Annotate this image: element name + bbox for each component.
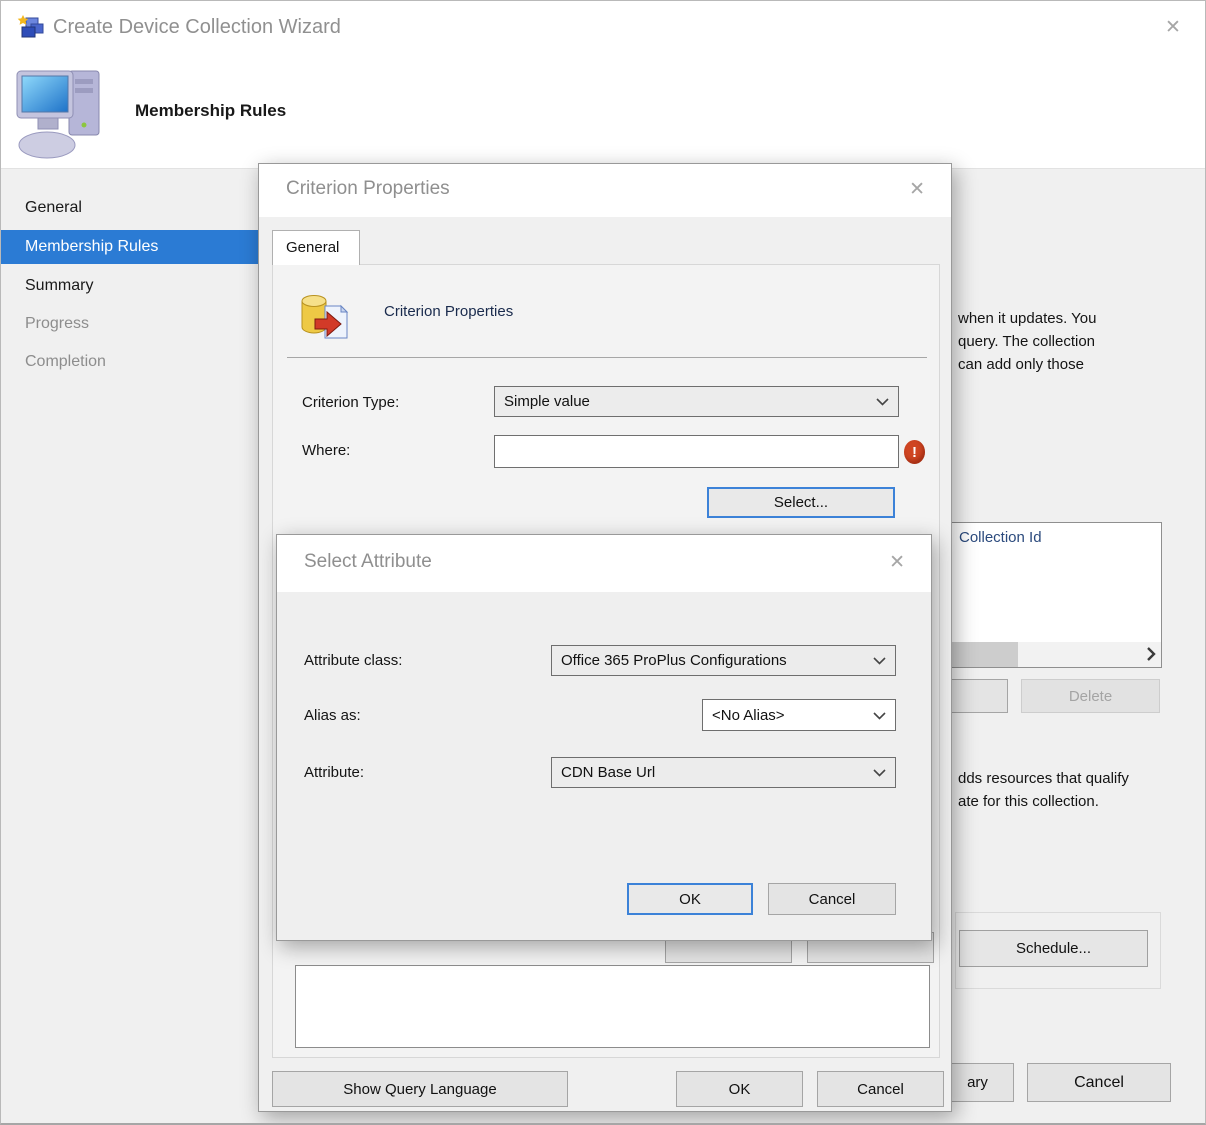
- tab-general[interactable]: General: [272, 230, 360, 265]
- sidebar-item-progress: Progress: [1, 307, 258, 341]
- sidebar-item-membership-rules[interactable]: Membership Rules: [1, 230, 301, 264]
- select-button[interactable]: Select...: [707, 487, 895, 518]
- membership-rules-list[interactable]: Collection Id: [951, 522, 1162, 668]
- alias-as-select[interactable]: <No Alias>: [702, 699, 896, 731]
- alias-as-label: Alias as:: [304, 707, 361, 724]
- attribute-label: Attribute:: [304, 764, 364, 781]
- attribute-class-value: Office 365 ProPlus Configurations: [561, 652, 787, 669]
- computer-icon: [9, 63, 113, 166]
- attribute-class-label: Attribute class:: [304, 652, 402, 669]
- select-attribute-close-icon[interactable]: ✕: [889, 553, 905, 572]
- chevron-down-icon: [876, 393, 889, 410]
- qualify-text: dds resources that qualify ate for this …: [958, 767, 1129, 813]
- select-attribute-cancel-button[interactable]: Cancel: [768, 883, 896, 915]
- select-attribute-ok-button[interactable]: OK: [627, 883, 753, 915]
- schedule-button[interactable]: Schedule...: [959, 930, 1148, 967]
- intro-line: query. The collection: [958, 330, 1096, 353]
- intro-line: when it updates. You: [958, 307, 1096, 330]
- validation-error-icon: !: [904, 440, 925, 464]
- criterion-dialog-close-icon[interactable]: ✕: [909, 180, 925, 199]
- chevron-down-icon: [873, 764, 886, 781]
- chevron-down-icon: [873, 652, 886, 669]
- select-attribute-titlebar: Select Attribute ✕: [277, 535, 931, 592]
- section-divider: [287, 357, 927, 358]
- where-label: Where:: [302, 442, 350, 459]
- delete-button: Delete: [1021, 679, 1160, 713]
- page-title: Membership Rules: [135, 101, 286, 121]
- collection-id-column-header[interactable]: Collection Id: [959, 529, 1042, 546]
- select-attribute-dialog: Select Attribute ✕ Attribute class: Offi…: [276, 534, 932, 941]
- select-attribute-title: Select Attribute: [304, 551, 432, 573]
- partially-hidden-edit-button[interactable]: [949, 679, 1008, 713]
- criterion-cancel-button[interactable]: Cancel: [817, 1071, 944, 1107]
- scroll-right-icon[interactable]: [1146, 647, 1156, 666]
- sidebar-item-summary[interactable]: Summary: [1, 269, 258, 303]
- horizontal-scrollbar[interactable]: [952, 642, 1161, 667]
- attribute-class-select[interactable]: Office 365 ProPlus Configurations: [551, 645, 896, 676]
- attribute-value: CDN Base Url: [561, 764, 655, 781]
- criterion-dialog-titlebar: Criterion Properties ✕: [259, 164, 951, 217]
- show-query-language-button[interactable]: Show Query Language: [272, 1071, 568, 1107]
- wizard-app-icon: [15, 15, 45, 46]
- criterion-type-select[interactable]: Simple value: [494, 386, 899, 417]
- chevron-down-icon: [873, 707, 886, 724]
- criterion-section-title: Criterion Properties: [384, 303, 513, 320]
- sidebar-item-completion: Completion: [1, 345, 258, 379]
- wizard-cancel-button[interactable]: Cancel: [1027, 1063, 1171, 1102]
- query-preview-textarea[interactable]: [295, 965, 930, 1048]
- membership-intro-text: when it updates. You query. The collecti…: [958, 307, 1096, 376]
- qualify-line: dds resources that qualify: [958, 767, 1129, 790]
- wizard-banner: Membership Rules: [1, 57, 1206, 169]
- where-input[interactable]: [494, 435, 899, 468]
- window-titlebar: Create Device Collection Wizard ✕: [1, 1, 1206, 57]
- window-close-icon[interactable]: ✕: [1165, 18, 1181, 37]
- criterion-ok-button[interactable]: OK: [676, 1071, 803, 1107]
- window-title: Create Device Collection Wizard: [53, 16, 341, 39]
- criterion-dialog-title: Criterion Properties: [286, 178, 450, 200]
- qualify-line: ate for this collection.: [958, 790, 1129, 813]
- create-device-collection-wizard-window: Create Device Collection Wizard ✕: [0, 0, 1206, 1125]
- scrollbar-thumb[interactable]: [952, 642, 1018, 667]
- criterion-type-label: Criterion Type:: [302, 394, 399, 411]
- sidebar-item-general[interactable]: General: [1, 191, 258, 225]
- attribute-select[interactable]: CDN Base Url: [551, 757, 896, 788]
- criterion-type-value: Simple value: [504, 393, 590, 410]
- intro-line: can add only those: [958, 353, 1096, 376]
- alias-as-value: <No Alias>: [712, 707, 785, 724]
- database-criterion-icon: [297, 292, 351, 349]
